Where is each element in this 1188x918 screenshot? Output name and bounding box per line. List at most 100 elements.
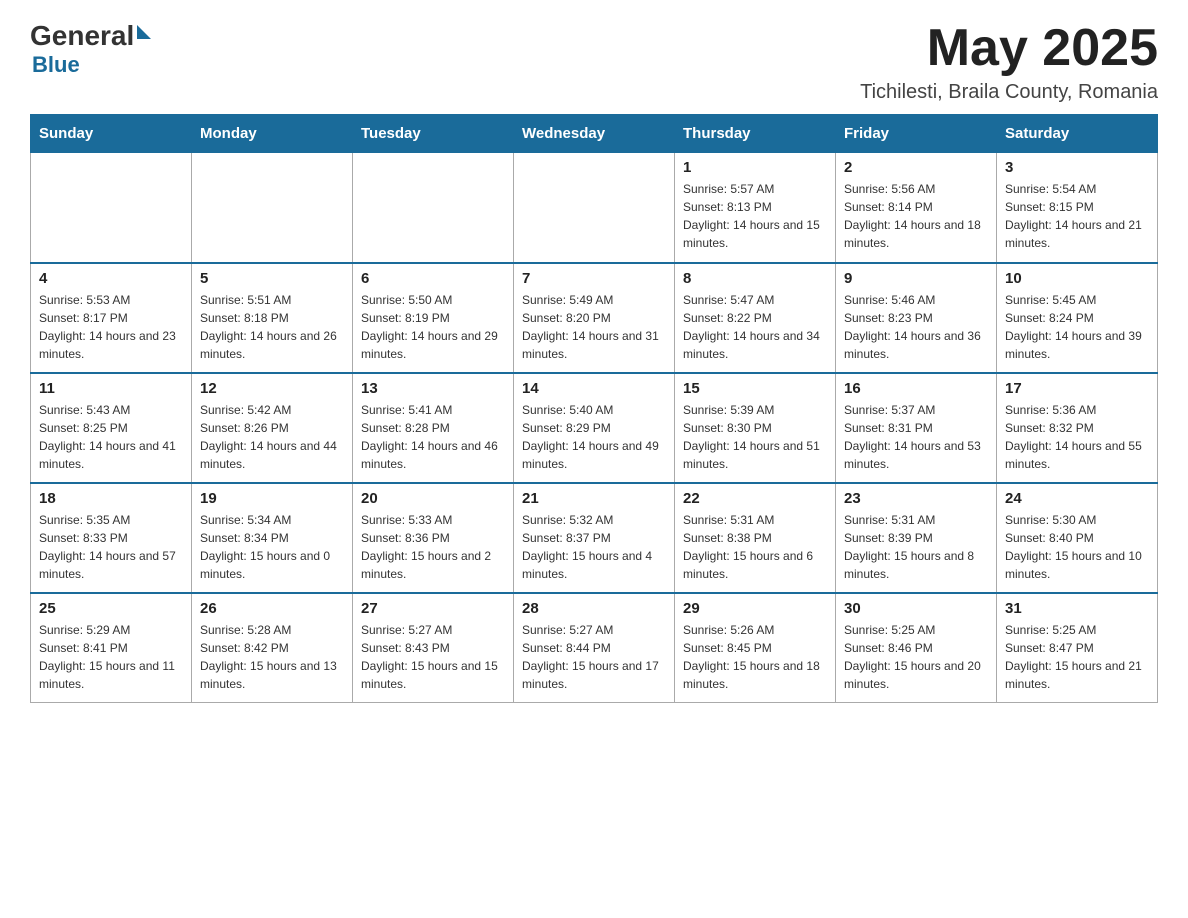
day-number: 25 — [39, 600, 183, 617]
calendar-header-thursday: Thursday — [675, 115, 836, 153]
calendar-cell: 3 Sunrise: 5:54 AM Sunset: 8:15 PM Daylig… — [997, 153, 1158, 263]
day-number: 28 — [522, 600, 666, 617]
calendar-cell: 2 Sunrise: 5:56 AM Sunset: 8:14 PM Daylig… — [836, 153, 997, 263]
day-number: 9 — [844, 270, 988, 287]
day-info: Sunrise: 5:40 AM Sunset: 8:29 PM Dayligh… — [522, 401, 666, 473]
calendar-cell: 13Sunrise: 5:41 AM Sunset: 8:28 PM Dayli… — [353, 373, 514, 483]
calendar-header-wednesday: Wednesday — [514, 115, 675, 153]
calendar-week-row: 4Sunrise: 5:53 AM Sunset: 8:17 PM Daylig… — [31, 263, 1158, 373]
day-number: 8 — [683, 270, 827, 287]
day-number: 24 — [1005, 490, 1149, 507]
calendar-cell: 4Sunrise: 5:53 AM Sunset: 8:17 PM Daylig… — [31, 263, 192, 373]
day-info: Sunrise: 5:47 AM Sunset: 8:22 PM Dayligh… — [683, 291, 827, 363]
day-number: 22 — [683, 490, 827, 507]
day-number: 6 — [361, 270, 505, 287]
logo-arrow-icon — [137, 25, 151, 39]
day-number: 5 — [200, 270, 344, 287]
day-info: Sunrise: 5:25 AM Sunset: 8:47 PM Dayligh… — [1005, 621, 1149, 693]
calendar-cell — [31, 153, 192, 263]
day-info: Sunrise: 5:35 AM Sunset: 8:33 PM Dayligh… — [39, 511, 183, 583]
day-info: Sunrise: 5:25 AM Sunset: 8:46 PM Dayligh… — [844, 621, 988, 693]
calendar-week-row: 18 Sunrise: 5:35 AM Sunset: 8:33 PM Dayli… — [31, 483, 1158, 593]
calendar-header-sunday: Sunday — [31, 115, 192, 153]
calendar-cell: 15Sunrise: 5:39 AM Sunset: 8:30 PM Dayli… — [675, 373, 836, 483]
day-number: 27 — [361, 600, 505, 617]
day-info: Sunrise: 5:31 AM Sunset: 8:39 PM Dayligh… — [844, 511, 988, 583]
day-number: 29 — [683, 600, 827, 617]
day-number: 12 — [200, 380, 344, 397]
logo: General Blue — [30, 20, 151, 78]
day-info: Sunrise: 5:37 AM Sunset: 8:31 PM Dayligh… — [844, 401, 988, 473]
day-info: Sunrise: 5:57 AM Sunset: 8:13 PM Dayligh… — [683, 180, 827, 252]
day-info: Sunrise: 5:28 AM Sunset: 8:42 PM Dayligh… — [200, 621, 344, 693]
calendar-header-row: SundayMondayTuesdayWednesdayThursdayFrid… — [31, 115, 1158, 153]
calendar-cell: 29Sunrise: 5:26 AM Sunset: 8:45 PM Dayli… — [675, 593, 836, 703]
day-info: Sunrise: 5:27 AM Sunset: 8:44 PM Dayligh… — [522, 621, 666, 693]
logo-general-text: General — [30, 20, 151, 52]
calendar-cell: 14 Sunrise: 5:40 AM Sunset: 8:29 PM Dayli… — [514, 373, 675, 483]
calendar-cell: 7Sunrise: 5:49 AM Sunset: 8:20 PM Daylig… — [514, 263, 675, 373]
day-number: 18 — [39, 490, 183, 507]
calendar-cell: 19Sunrise: 5:34 AM Sunset: 8:34 PM Dayli… — [192, 483, 353, 593]
day-number: 2 — [844, 159, 988, 176]
calendar-cell: 17Sunrise: 5:36 AM Sunset: 8:32 PM Dayli… — [997, 373, 1158, 483]
calendar-table: SundayMondayTuesdayWednesdayThursdayFrid… — [30, 114, 1158, 703]
calendar-cell: 30 Sunrise: 5:25 AM Sunset: 8:46 PM Dayli… — [836, 593, 997, 703]
day-number: 14 — [522, 380, 666, 397]
calendar-cell: 22Sunrise: 5:31 AM Sunset: 8:38 PM Dayli… — [675, 483, 836, 593]
day-info: Sunrise: 5:36 AM Sunset: 8:32 PM Dayligh… — [1005, 401, 1149, 473]
day-number: 7 — [522, 270, 666, 287]
calendar-cell: 12 Sunrise: 5:42 AM Sunset: 8:26 PM Dayli… — [192, 373, 353, 483]
calendar-cell: 24 Sunrise: 5:30 AM Sunset: 8:40 PM Dayli… — [997, 483, 1158, 593]
calendar-cell: 27Sunrise: 5:27 AM Sunset: 8:43 PM Dayli… — [353, 593, 514, 703]
calendar-week-row: 1 Sunrise: 5:57 AM Sunset: 8:13 PM Daylig… — [31, 153, 1158, 263]
day-info: Sunrise: 5:42 AM Sunset: 8:26 PM Dayligh… — [200, 401, 344, 473]
calendar-week-row: 25Sunrise: 5:29 AM Sunset: 8:41 PM Dayli… — [31, 593, 1158, 703]
calendar-cell — [192, 153, 353, 263]
day-info: Sunrise: 5:34 AM Sunset: 8:34 PM Dayligh… — [200, 511, 344, 583]
logo-general-label: General — [30, 20, 134, 52]
calendar-cell: 5 Sunrise: 5:51 AM Sunset: 8:18 PM Daylig… — [192, 263, 353, 373]
month-title: May 2025 — [860, 20, 1158, 77]
title-area: May 2025 Tichilesti, Braila County, Roma… — [860, 20, 1158, 104]
day-number: 26 — [200, 600, 344, 617]
day-number: 1 — [683, 159, 827, 176]
day-number: 31 — [1005, 600, 1149, 617]
calendar-cell: 11Sunrise: 5:43 AM Sunset: 8:25 PM Dayli… — [31, 373, 192, 483]
day-number: 30 — [844, 600, 988, 617]
calendar-cell: 20Sunrise: 5:33 AM Sunset: 8:36 PM Dayli… — [353, 483, 514, 593]
calendar-cell: 16 Sunrise: 5:37 AM Sunset: 8:31 PM Dayli… — [836, 373, 997, 483]
calendar-header-monday: Monday — [192, 115, 353, 153]
calendar-cell: 10 Sunrise: 5:45 AM Sunset: 8:24 PM Dayli… — [997, 263, 1158, 373]
day-info: Sunrise: 5:51 AM Sunset: 8:18 PM Dayligh… — [200, 291, 344, 363]
calendar-cell: 28 Sunrise: 5:27 AM Sunset: 8:44 PM Dayli… — [514, 593, 675, 703]
page-header: General Blue May 2025 Tichilesti, Braila… — [30, 20, 1158, 104]
day-number: 11 — [39, 380, 183, 397]
calendar-cell: 23 Sunrise: 5:31 AM Sunset: 8:39 PM Dayli… — [836, 483, 997, 593]
day-info: Sunrise: 5:56 AM Sunset: 8:14 PM Dayligh… — [844, 180, 988, 252]
calendar-header-friday: Friday — [836, 115, 997, 153]
calendar-cell: 8 Sunrise: 5:47 AM Sunset: 8:22 PM Daylig… — [675, 263, 836, 373]
location-title: Tichilesti, Braila County, Romania — [860, 81, 1158, 104]
day-info: Sunrise: 5:54 AM Sunset: 8:15 PM Dayligh… — [1005, 180, 1149, 252]
calendar-header-saturday: Saturday — [997, 115, 1158, 153]
calendar-cell: 6 Sunrise: 5:50 AM Sunset: 8:19 PM Daylig… — [353, 263, 514, 373]
day-info: Sunrise: 5:50 AM Sunset: 8:19 PM Dayligh… — [361, 291, 505, 363]
calendar-cell — [514, 153, 675, 263]
day-info: Sunrise: 5:45 AM Sunset: 8:24 PM Dayligh… — [1005, 291, 1149, 363]
day-info: Sunrise: 5:30 AM Sunset: 8:40 PM Dayligh… — [1005, 511, 1149, 583]
day-number: 23 — [844, 490, 988, 507]
day-number: 15 — [683, 380, 827, 397]
day-number: 4 — [39, 270, 183, 287]
calendar-cell: 21 Sunrise: 5:32 AM Sunset: 8:37 PM Dayli… — [514, 483, 675, 593]
calendar-header-tuesday: Tuesday — [353, 115, 514, 153]
day-number: 13 — [361, 380, 505, 397]
day-number: 3 — [1005, 159, 1149, 176]
day-number: 16 — [844, 380, 988, 397]
calendar-cell: 26 Sunrise: 5:28 AM Sunset: 8:42 PM Dayli… — [192, 593, 353, 703]
day-info: Sunrise: 5:32 AM Sunset: 8:37 PM Dayligh… — [522, 511, 666, 583]
day-number: 21 — [522, 490, 666, 507]
day-number: 10 — [1005, 270, 1149, 287]
calendar-cell: 18 Sunrise: 5:35 AM Sunset: 8:33 PM Dayli… — [31, 483, 192, 593]
calendar-cell — [353, 153, 514, 263]
